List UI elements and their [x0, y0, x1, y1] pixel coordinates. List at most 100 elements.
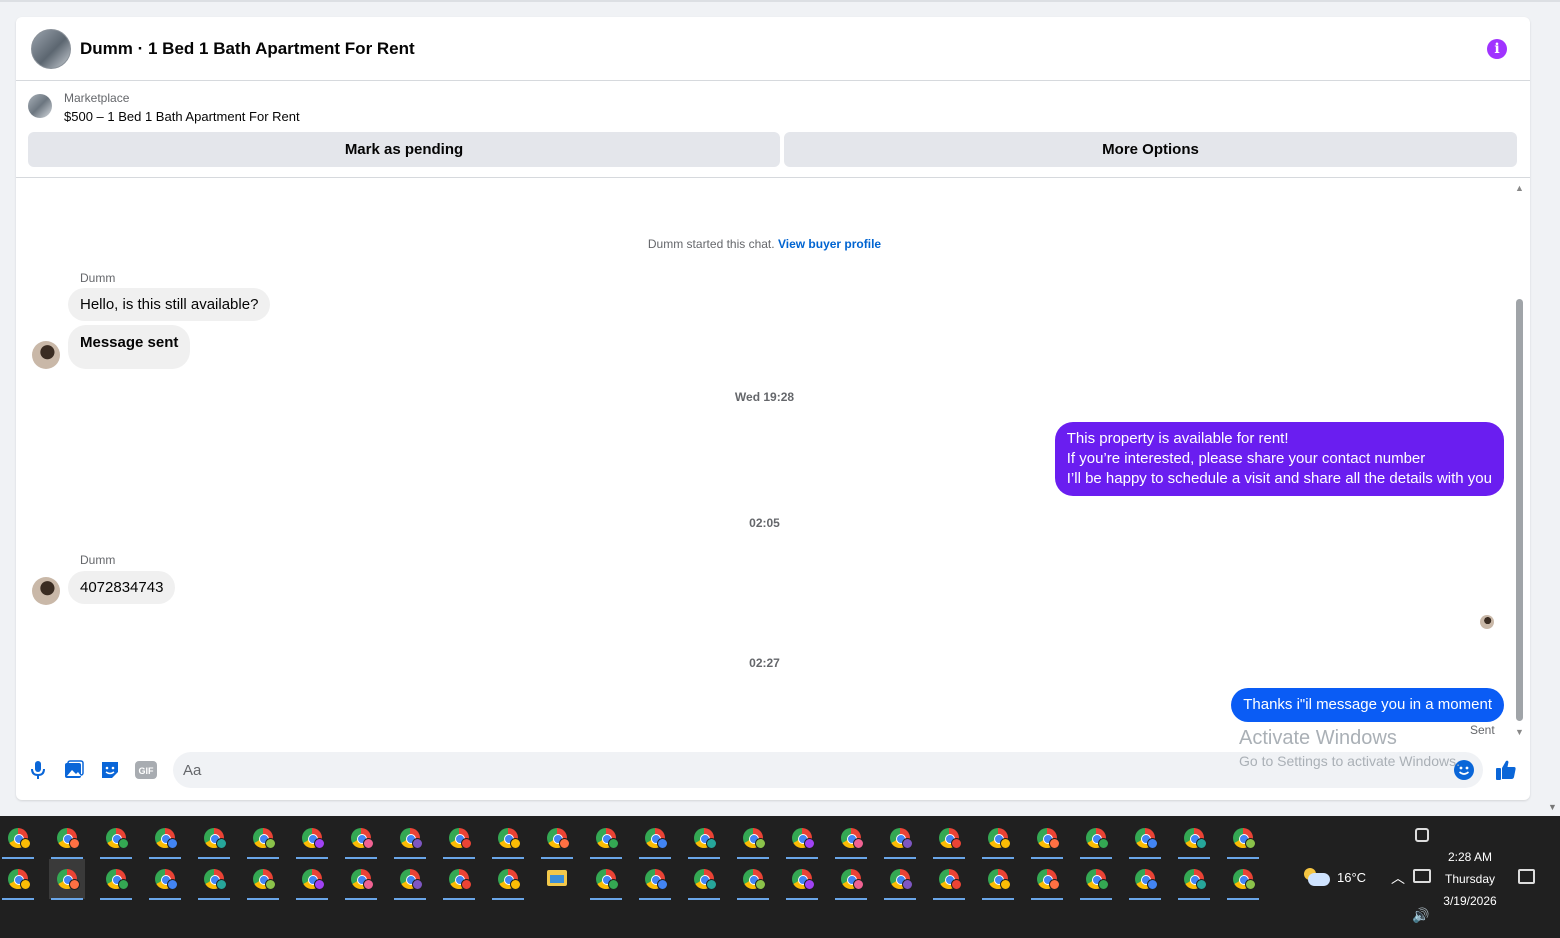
notification-center-icon[interactable] [1518, 869, 1535, 884]
emoji-icon[interactable] [1454, 760, 1474, 780]
chrome-profile-icon[interactable] [784, 859, 820, 900]
timestamp: 02:05 [749, 516, 780, 530]
chrome-profile-icon[interactable] [637, 859, 673, 900]
chrome-profile-icon[interactable] [588, 859, 624, 900]
message-input[interactable] [183, 752, 1423, 788]
incoming-message[interactable]: Hello, is this still available? [68, 288, 271, 321]
chrome-profile-icon[interactable] [98, 859, 134, 900]
chrome-profile-icon[interactable] [1176, 818, 1212, 859]
chrome-profile-icon[interactable] [294, 818, 330, 859]
more-options-button[interactable]: More Options [784, 132, 1517, 167]
meet-now-icon[interactable] [1415, 828, 1429, 842]
listing-thumbnail[interactable] [28, 94, 52, 118]
chrome-profile-icon[interactable] [0, 818, 36, 859]
scrollbar-thumb[interactable] [1516, 299, 1523, 721]
chrome-profile-icon[interactable] [1127, 859, 1163, 900]
chrome-profile-icon[interactable] [98, 818, 134, 859]
chrome-profile-icon[interactable] [931, 859, 967, 900]
network-icon[interactable] [1413, 869, 1431, 883]
sender-name: Dumm [80, 271, 116, 285]
timestamp: 02:27 [749, 656, 780, 670]
gif-icon[interactable]: GIF [134, 758, 158, 782]
chrome-profile-icon[interactable] [1176, 859, 1212, 900]
scroll-down-icon[interactable]: ▼ [1515, 727, 1524, 737]
listing-avatar[interactable] [31, 29, 71, 69]
chrome-profile-icon[interactable] [1225, 859, 1261, 900]
temperature[interactable]: 16°C [1337, 870, 1366, 885]
chrome-profile-icon[interactable] [49, 859, 85, 900]
message-input-wrapper [173, 752, 1483, 788]
running-indicator [149, 898, 181, 900]
buyer-avatar[interactable] [32, 577, 60, 605]
incoming-message[interactable]: Message sent [68, 325, 191, 369]
chrome-profile-icon[interactable] [735, 859, 771, 900]
chrome-profile-icon[interactable] [196, 818, 232, 859]
chrome-profile-icon[interactable] [147, 818, 183, 859]
chrome-profile-icon[interactable] [343, 818, 379, 859]
chrome-profile-icon[interactable] [882, 818, 918, 859]
mark-as-pending-button[interactable]: Mark as pending [28, 132, 780, 167]
file-explorer-icon[interactable] [539, 859, 575, 899]
running-indicator [982, 898, 1014, 900]
chrome-profile-icon[interactable] [392, 859, 428, 900]
running-indicator [296, 898, 328, 900]
chrome-profile-icon[interactable] [196, 859, 232, 900]
buyer-avatar[interactable] [32, 341, 60, 369]
chrome-profile-icon[interactable] [441, 818, 477, 859]
page-scroll-down-icon[interactable]: ▼ [1548, 802, 1557, 812]
chrome-profile-icon[interactable] [784, 818, 820, 859]
outgoing-message[interactable]: This property is available for rent! If … [1054, 422, 1504, 496]
outgoing-message[interactable]: Thanks i"il message you in a moment [1231, 688, 1504, 722]
info-icon[interactable]: i [1487, 39, 1507, 59]
chrome-profile-icon[interactable] [980, 859, 1016, 900]
profile-badge [1098, 838, 1109, 849]
chrome-profile-icon[interactable] [1078, 818, 1114, 859]
scroll-up-icon[interactable]: ▲ [1515, 183, 1524, 193]
chrome-profile-icon[interactable] [882, 859, 918, 900]
chrome-profile-icon[interactable] [1029, 859, 1065, 900]
profile-badge [1000, 879, 1011, 890]
chrome-profile-icon[interactable] [0, 859, 36, 900]
microphone-icon[interactable] [26, 758, 50, 782]
profile-badge [412, 838, 423, 849]
sticker-icon[interactable] [98, 758, 122, 782]
chrome-profile-icon[interactable] [637, 818, 673, 859]
chrome-profile-icon[interactable] [245, 818, 281, 859]
chat-scrollbar[interactable]: ▲ ▼ [1513, 183, 1527, 737]
chrome-profile-icon[interactable] [1029, 818, 1065, 859]
chrome-profile-icon[interactable] [147, 859, 183, 900]
chrome-profile-icon[interactable] [1127, 818, 1163, 859]
chrome-profile-icon[interactable] [49, 818, 85, 859]
chrome-profile-icon[interactable] [980, 818, 1016, 859]
listing-title[interactable]: $500 – 1 Bed 1 Bath Apartment For Rent [64, 109, 300, 124]
chrome-profile-icon[interactable] [490, 859, 526, 900]
chrome-profile-icon[interactable] [735, 818, 771, 859]
chrome-profile-icon[interactable] [1078, 859, 1114, 900]
running-indicator [1080, 898, 1112, 900]
chrome-profile-icon[interactable] [588, 818, 624, 859]
chrome-profile-icon[interactable] [245, 859, 281, 900]
folder-shape [547, 870, 567, 886]
chrome-profile-icon[interactable] [392, 818, 428, 859]
incoming-message[interactable]: 4072834743 [68, 571, 176, 604]
show-hidden-icons-icon[interactable]: ︿ [1391, 868, 1405, 888]
chat-title[interactable]: Dumm · 1 Bed 1 Bath Apartment For Rent [80, 39, 415, 59]
system-clock[interactable]: 2:28 AM Thursday 3/19/2026 [1436, 846, 1504, 912]
chrome-profile-icon[interactable] [931, 818, 967, 859]
chrome-profile-icon[interactable] [490, 818, 526, 859]
chrome-profile-icon[interactable] [1225, 818, 1261, 859]
chrome-profile-icon[interactable] [686, 859, 722, 900]
running-indicator [1031, 898, 1063, 900]
chrome-profile-icon[interactable] [441, 859, 477, 900]
chrome-profile-icon[interactable] [343, 859, 379, 900]
chrome-profile-icon[interactable] [539, 818, 575, 859]
photo-icon[interactable] [62, 758, 86, 782]
partly-cloudy-icon[interactable] [1304, 868, 1330, 888]
chrome-profile-icon[interactable] [294, 859, 330, 900]
volume-icon[interactable]: 🔊 [1412, 907, 1429, 924]
view-buyer-profile-link[interactable]: View buyer profile [778, 237, 881, 251]
chrome-profile-icon[interactable] [686, 818, 722, 859]
chrome-profile-icon[interactable] [833, 859, 869, 900]
chrome-profile-icon[interactable] [833, 818, 869, 859]
thumbs-up-icon[interactable] [1494, 758, 1518, 782]
